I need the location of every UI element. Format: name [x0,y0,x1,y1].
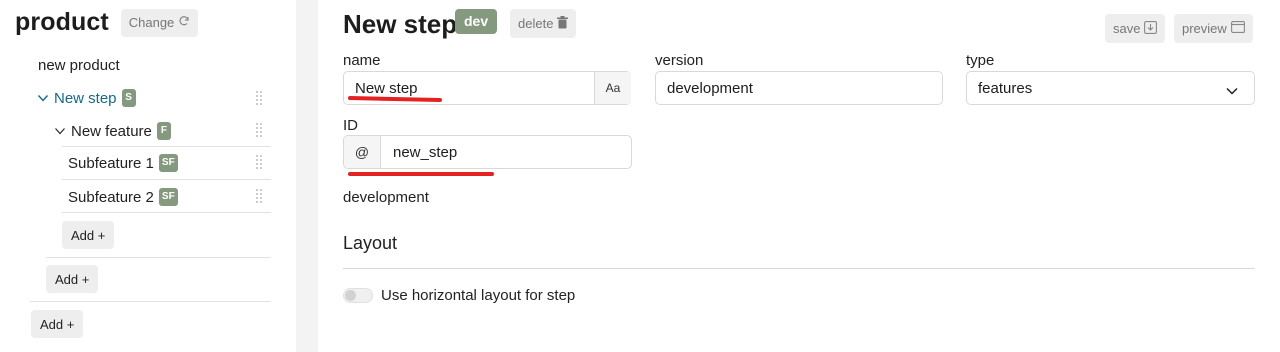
add-label: Add + [40,316,75,332]
version-value: development [667,79,753,97]
divider [62,179,271,180]
type-label: type [966,52,995,69]
app-window: product Change new product New step S Ne… [0,0,1280,352]
step-badge: S [121,89,136,107]
annotation-underline [348,172,494,176]
save-button[interactable]: save [1105,14,1166,43]
add-label: Add + [55,271,90,287]
subfeature-badge: SF [158,154,178,172]
save-icon [1144,20,1158,37]
sidebar-header: product Change [15,8,199,37]
tree-item-label: new product [38,57,120,74]
add-label: Add + [71,227,106,243]
layout-section-title: Layout [343,233,398,253]
divider [30,301,271,302]
section-divider [343,268,1255,269]
add-step-button[interactable]: Add + [31,310,84,338]
version-label: version [655,52,704,69]
version-field[interactable]: development [655,71,943,105]
chevron-down-icon[interactable] [37,92,49,104]
save-label: save [1113,21,1141,36]
type-select[interactable]: features [966,71,1255,105]
subfeature-badge: SF [158,188,178,206]
drag-handle-icon[interactable] [256,155,262,169]
name-label: name [343,52,381,69]
horizontal-layout-label: Use horizontal layout for step [381,287,576,304]
tree-item-feature[interactable]: New feature F [54,122,171,140]
tree-item-label: New feature [71,122,152,140]
product-title: product [15,8,109,36]
text-format-button[interactable]: Aa [594,72,631,104]
divider [62,146,271,147]
horizontal-layout-toggle[interactable] [343,288,373,303]
change-product-button[interactable]: Change [120,8,199,37]
refresh-icon [178,15,190,30]
sidebar-gutter [296,0,318,352]
tree-item-step[interactable]: New step S [37,89,136,107]
change-label: Change [128,15,175,30]
page-title: New step [343,9,458,39]
sidebar: product Change new product New step S Ne… [0,0,296,352]
window-icon [1230,21,1245,36]
delete-button[interactable]: delete [510,9,577,38]
tree-item-label: Subfeature 1 [68,154,154,172]
preview-label: preview [1182,21,1227,36]
id-label: ID [343,117,358,134]
tree-item-subfeature[interactable]: Subfeature 2 SF [68,188,178,206]
add-feature-button[interactable]: Add + [46,265,99,293]
trash-icon [557,15,569,32]
preview-button[interactable]: preview [1174,14,1253,43]
type-value: features [978,79,1033,97]
tree-item-product[interactable]: new product [38,57,120,74]
add-subfeature-button[interactable]: Add + [62,221,115,249]
drag-handle-icon[interactable] [256,91,262,105]
id-value: new_step [393,143,458,161]
tree-item-label: Subfeature 2 [68,188,154,206]
name-value: New step [355,79,418,97]
feature-badge: F [156,122,171,140]
tree-item-subfeature[interactable]: Subfeature 1 SF [68,154,178,172]
divider [62,212,271,213]
env-badge: dev [455,9,498,34]
drag-handle-icon[interactable] [256,189,262,203]
divider [46,257,271,258]
id-field[interactable]: @ new_step [343,135,632,169]
at-prefix: @ [344,136,381,168]
drag-handle-icon[interactable] [256,123,262,137]
tree-item-label: New step [54,89,117,107]
chevron-down-icon [1226,83,1238,100]
chevron-down-icon[interactable] [54,125,66,137]
version-text: development [343,189,429,206]
delete-label: delete [518,16,554,31]
toggle-knob [345,290,356,301]
main-panel: New step dev delete save preview name Ne… [318,0,1280,352]
